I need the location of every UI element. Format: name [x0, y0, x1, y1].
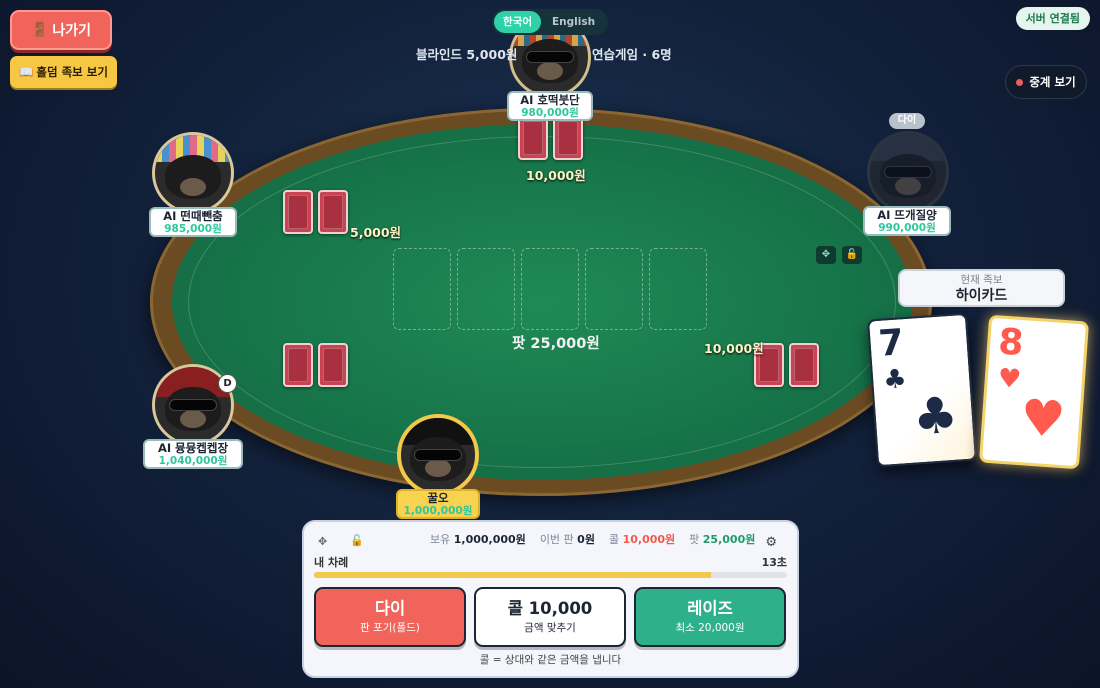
- hand-guide-label: 홀덤 족보 보기: [36, 65, 108, 79]
- round-stats: 보유 1,000,000원 이번 판 0원 콜 10,000원 팟 25,000…: [430, 531, 755, 547]
- player-name: AI 호떡붓단: [520, 93, 580, 107]
- heart-icon: ♥: [996, 363, 1023, 396]
- hand-value: 하이카드: [955, 288, 1008, 304]
- current-hand-panel: 현재 족보 하이카드: [898, 269, 1065, 307]
- game-mode-info: 연습게임 · 6명: [592, 47, 672, 62]
- player-name: AI 떤때뺀춤: [163, 209, 223, 223]
- community-card-slot: [393, 248, 451, 330]
- community-card-slot: [457, 248, 515, 330]
- lang-korean[interactable]: 한국어: [494, 11, 541, 33]
- dealer-button: D: [218, 374, 237, 393]
- call-button[interactable]: 콜 10,000 금액 맞추기: [474, 587, 626, 647]
- player-name: AI 뜨개질양: [877, 208, 937, 222]
- player-chips: 1,000,000원: [403, 505, 473, 517]
- book-icon: 📖: [19, 65, 34, 79]
- raise-subtitle: 최소 20,000원: [675, 622, 745, 634]
- move-icon[interactable]: ✥: [816, 246, 836, 264]
- call-amount-value: 10,000원: [622, 533, 676, 546]
- timer-bar-fill: [314, 572, 712, 578]
- lang-english[interactable]: English: [543, 11, 604, 33]
- live-dot-icon: [1016, 78, 1024, 86]
- round-bet-value: 0원: [577, 533, 595, 546]
- player-name: AI 뮹뮹켑켑장: [157, 441, 229, 455]
- club-icon: ♣: [882, 364, 908, 396]
- exit-button[interactable]: 🚪 나가기: [10, 10, 112, 50]
- door-icon: 🚪: [30, 22, 49, 38]
- spectate-label: 중계 보기: [1029, 75, 1076, 89]
- card-back: [283, 190, 313, 234]
- player-name: 꿀오: [427, 491, 449, 505]
- turn-timer: 13초: [761, 556, 787, 569]
- turn-indicator: 내 차례: [314, 556, 349, 569]
- pot-value: 25,000원: [702, 533, 756, 546]
- avatar-my-player: [397, 414, 479, 496]
- exit-label: 나가기: [52, 23, 92, 39]
- heart-icon: ♥: [1018, 388, 1068, 450]
- player-chips: 1,040,000원: [158, 455, 228, 467]
- card-back: [518, 116, 548, 160]
- lock-icon[interactable]: 🔓: [350, 534, 364, 547]
- player-chips: 980,000원: [521, 107, 579, 119]
- card-back: [283, 343, 313, 387]
- spectate-button[interactable]: 중계 보기: [1005, 65, 1087, 99]
- raise-button[interactable]: 레이즈 최소 20,000원: [634, 587, 786, 647]
- blinds-info: 블라인드 5,000원: [416, 47, 518, 62]
- gear-icon[interactable]: ⚙: [765, 535, 777, 550]
- community-card-slot: [585, 248, 643, 330]
- call-title: 콜 10,000: [507, 599, 593, 618]
- avatar-upper-left-player: [152, 132, 234, 214]
- community-card-slot: [649, 248, 707, 330]
- action-panel: ✥ 🔓 보유 1,000,000원 이번 판 0원 콜 10,000원 팟 25…: [302, 520, 799, 678]
- language-toggle[interactable]: 한국어 English: [492, 9, 608, 35]
- timer-bar: [314, 572, 787, 578]
- action-hint: 콜 = 상대와 같은 금액을 냅니다: [479, 654, 622, 666]
- player-plate-top: AI 호떡붓단 980,000원: [507, 91, 593, 121]
- folded-badge: 다이: [889, 113, 925, 129]
- player-chips: 990,000원: [878, 222, 936, 234]
- my-hole-card: 8 ♥ ♥: [978, 314, 1090, 470]
- player-plate-lower-left: AI 뮹뮹켑켑장 1,040,000원: [143, 439, 243, 469]
- stack-value: 1,000,000원: [453, 533, 526, 546]
- call-amount-label: 콜: [608, 533, 620, 546]
- community-card-slot: [521, 248, 579, 330]
- card-back: [553, 116, 583, 160]
- raise-title: 레이즈: [687, 599, 733, 618]
- my-hole-card: 7 ♣ ♣: [866, 312, 978, 468]
- server-status-badge: 서버 연결됨: [1015, 7, 1090, 30]
- card-rank: 8: [996, 321, 1025, 365]
- player-plate-upper-left: AI 떤때뺀춤 985,000원: [149, 207, 237, 237]
- player-plate-me: 꿀오 1,000,000원: [396, 489, 480, 519]
- player-chips: 985,000원: [164, 223, 222, 235]
- player-plate-upper-right: AI 뜨개질양 990,000원: [863, 206, 951, 236]
- bet-top-player: 10,000원: [526, 168, 586, 183]
- card-back: [318, 343, 348, 387]
- card-back: [789, 343, 819, 387]
- fold-button[interactable]: 다이 판 포기(폴드): [314, 587, 466, 647]
- bet-left-player: 5,000원: [350, 225, 402, 240]
- pot-amount: 팟 25,000원: [512, 336, 600, 352]
- club-icon: ♣: [911, 385, 960, 447]
- move-icon[interactable]: ✥: [318, 535, 327, 548]
- lock-icon[interactable]: 🔓: [842, 246, 862, 264]
- fold-subtitle: 판 포기(폴드): [360, 622, 420, 634]
- stack-label: 보유: [430, 533, 451, 546]
- hand-guide-button[interactable]: 📖 홀덤 족보 보기: [10, 56, 117, 88]
- avatar-upper-right-player: [867, 131, 949, 213]
- pot-label: 팟: [689, 533, 700, 546]
- hand-label: 현재 족보: [960, 274, 1003, 286]
- card-back: [318, 190, 348, 234]
- call-subtitle: 금액 맞추기: [524, 622, 576, 634]
- bet-right-player: 10,000원: [704, 341, 764, 356]
- round-bet-label: 이번 판: [539, 533, 574, 546]
- fold-title: 다이: [374, 599, 406, 618]
- card-rank: 7: [877, 322, 906, 365]
